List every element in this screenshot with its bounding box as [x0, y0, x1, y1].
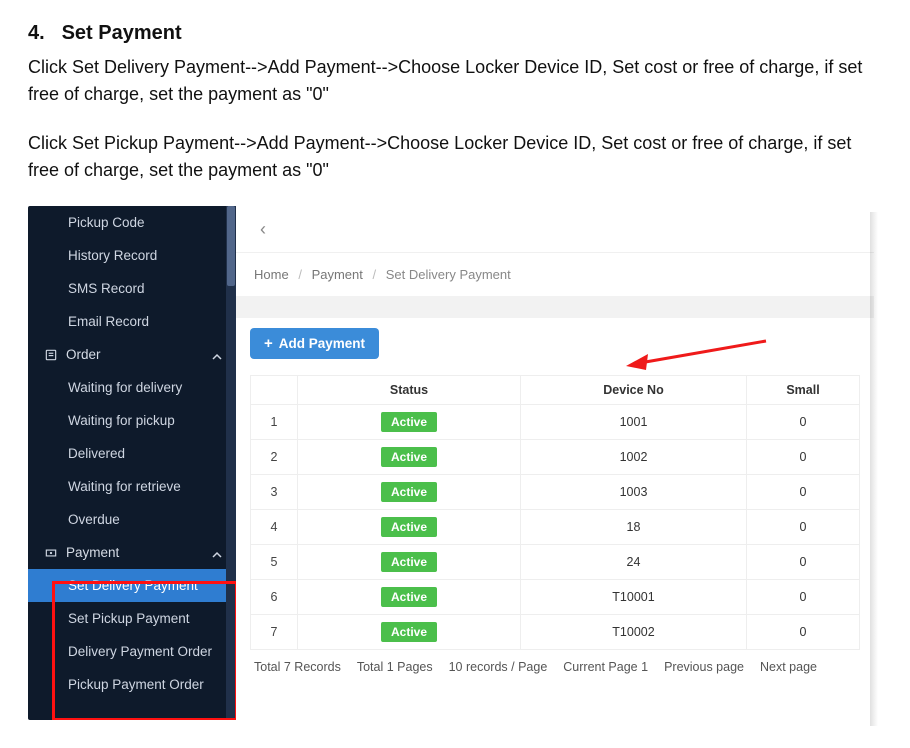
status-badge: Active: [381, 587, 437, 607]
add-payment-label: Add Payment: [279, 336, 365, 351]
sidebar-item-pickup-payment-order[interactable]: Pickup Payment Order: [28, 668, 236, 701]
step-heading: 4. Set Payment: [28, 18, 882, 48]
main-panel: ‹ Home / Payment / Set Delivery Payment …: [236, 206, 874, 720]
topbar: ‹: [236, 206, 874, 253]
pager-next[interactable]: Next page: [760, 660, 817, 674]
crumb-home[interactable]: Home: [254, 267, 289, 282]
app-screenshot: Pickup Code History Record SMS Record Em…: [28, 206, 874, 720]
table-row[interactable]: 1 Active 1001 0: [251, 405, 860, 440]
pager: Total 7 Records Total 1 Pages 10 records…: [250, 650, 860, 678]
pager-total-pages: Total 1 Pages: [357, 660, 433, 674]
table-row[interactable]: 5 Active 24 0: [251, 545, 860, 580]
status-badge: Active: [381, 517, 437, 537]
sidebar-item-waiting-pickup[interactable]: Waiting for pickup: [28, 404, 236, 437]
sidebar-item-set-delivery-payment[interactable]: Set Delivery Payment: [28, 569, 236, 602]
payment-icon: [44, 546, 58, 560]
pager-per-page[interactable]: 10 records / Page: [449, 660, 548, 674]
status-badge: Active: [381, 482, 437, 502]
sidebar-item-waiting-retrieve[interactable]: Waiting for retrieve: [28, 470, 236, 503]
order-icon: [44, 348, 58, 362]
add-payment-button[interactable]: + Add Payment: [250, 328, 379, 359]
breadcrumb: Home / Payment / Set Delivery Payment: [236, 253, 874, 292]
table-row[interactable]: 2 Active 1002 0: [251, 440, 860, 475]
sidebar-item-overdue[interactable]: Overdue: [28, 503, 236, 536]
sidebar: Pickup Code History Record SMS Record Em…: [28, 206, 236, 720]
sidebar-item-delivery-payment-order[interactable]: Delivery Payment Order: [28, 635, 236, 668]
sidebar-section-order[interactable]: Order: [28, 338, 236, 371]
payment-table: Status Device No Small 1 Active 1001 0: [250, 375, 860, 650]
table-row[interactable]: 4 Active 18 0: [251, 510, 860, 545]
step-title: Set Payment: [62, 22, 182, 44]
instruction-delivery: Click Set Delivery Payment-->Add Payment…: [28, 54, 882, 108]
status-badge: Active: [381, 622, 437, 642]
sidebar-item-history-record[interactable]: History Record: [28, 239, 236, 272]
sidebar-item-delivered[interactable]: Delivered: [28, 437, 236, 470]
chevron-up-icon: [212, 548, 222, 558]
pager-current: Current Page 1: [563, 660, 648, 674]
sidebar-section-payment[interactable]: Payment: [28, 536, 236, 569]
sidebar-scrollbar-thumb[interactable]: [227, 206, 235, 286]
col-small: Small: [747, 376, 860, 405]
sidebar-toggle-button[interactable]: ‹: [254, 217, 272, 242]
sidebar-item-sms-record[interactable]: SMS Record: [28, 272, 236, 305]
col-index: [251, 376, 298, 405]
col-status: Status: [298, 376, 521, 405]
sidebar-section-payment-label: Payment: [66, 545, 119, 560]
pager-prev[interactable]: Previous page: [664, 660, 744, 674]
table-row[interactable]: 7 Active T10002 0: [251, 615, 860, 650]
sidebar-item-waiting-delivery[interactable]: Waiting for delivery: [28, 371, 236, 404]
sidebar-item-set-pickup-payment[interactable]: Set Pickup Payment: [28, 602, 236, 635]
col-device-no: Device No: [521, 376, 747, 405]
crumb-payment[interactable]: Payment: [312, 267, 363, 282]
crumb-current: Set Delivery Payment: [386, 267, 511, 282]
instruction-pickup: Click Set Pickup Payment-->Add Payment--…: [28, 130, 882, 184]
screenshot-shadow: [870, 212, 878, 726]
chevron-up-icon: [212, 350, 222, 360]
plus-icon: +: [264, 336, 273, 351]
status-badge: Active: [381, 412, 437, 432]
step-number: 4.: [28, 18, 56, 48]
pager-total-records: Total 7 Records: [254, 660, 341, 674]
table-row[interactable]: 6 Active T10001 0: [251, 580, 860, 615]
section-divider: [236, 296, 874, 318]
status-badge: Active: [381, 447, 437, 467]
sidebar-item-pickup-code[interactable]: Pickup Code: [28, 206, 236, 239]
status-badge: Active: [381, 552, 437, 572]
sidebar-item-email-record[interactable]: Email Record: [28, 305, 236, 338]
sidebar-section-order-label: Order: [66, 347, 101, 362]
table-row[interactable]: 3 Active 1003 0: [251, 475, 860, 510]
